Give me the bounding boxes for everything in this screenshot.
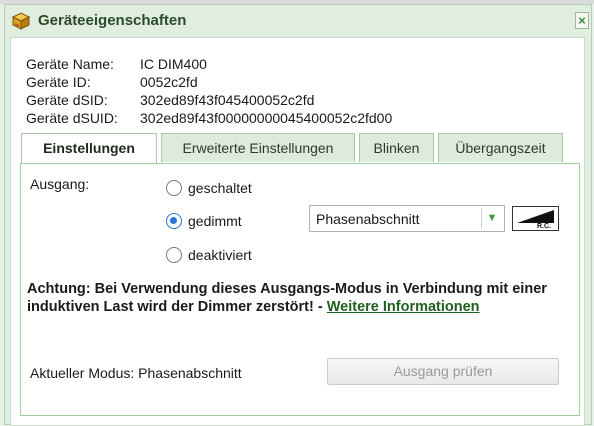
dimming-mode-select[interactable]: Phasenabschnitt ▼ [309, 205, 505, 232]
radio-deaktiviert-label[interactable]: deaktiviert [188, 247, 252, 263]
tab-erweiterte-einstellungen[interactable]: Erweiterte Einstellungen [161, 133, 355, 162]
close-button[interactable]: × [575, 12, 589, 29]
tab-uebergangszeit[interactable]: Übergangszeit [438, 133, 563, 162]
settings-panel: Ausgang: geschaltet gedimmt deaktiviert … [20, 163, 580, 416]
device-dsid-row: Geräte dSID: 302ed89f43f045400052c2fd [26, 91, 392, 109]
device-id-label: Geräte ID: [26, 74, 91, 90]
device-dsid-label: Geräte dSID: [26, 92, 108, 108]
more-info-link[interactable]: Weitere Informationen [327, 299, 480, 315]
tab-einstellungen[interactable]: Einstellungen [21, 133, 157, 164]
warning-message: Achtung: Bei Verwendung dieses Ausgangs-… [27, 280, 575, 316]
device-dsuid-value: 302ed89f43f00000000045400052c2fd00 [140, 110, 393, 126]
device-dsid-value: 302ed89f43f045400052c2fd [140, 92, 315, 108]
device-id-value: 0052c2fd [140, 74, 198, 90]
device-dsuid-row: Geräte dSUID: 302ed89f43f0000000004540005… [26, 109, 392, 127]
device-name-label: Geräte Name: [26, 56, 114, 72]
radio-geschaltet-label[interactable]: geschaltet [188, 180, 252, 196]
titlebar[interactable]: Geräteeigenschaften × [5, 5, 591, 35]
window-title: Geräteeigenschaften [38, 12, 187, 29]
rc-dimming-curve-icon: R.C. [512, 206, 559, 231]
device-box-icon [11, 11, 31, 31]
device-name-value: IC DIM400 [140, 56, 207, 72]
radio-circle[interactable] [166, 180, 182, 196]
dimming-mode-value: Phasenabschnitt [316, 211, 420, 227]
device-dsuid-label: Geräte dSUID: [26, 110, 118, 126]
device-name-row: Geräte Name: IC DIM400 [26, 55, 392, 73]
tab-blinken[interactable]: Blinken [359, 133, 434, 162]
device-id-row: Geräte ID: 0052c2fd [26, 73, 392, 91]
current-mode-text: Aktueller Modus: Phasenabschnitt [30, 365, 242, 381]
output-label: Ausgang: [30, 176, 90, 192]
radio-circle-checked[interactable] [166, 213, 182, 229]
test-output-button[interactable]: Ausgang prüfen [327, 358, 559, 385]
rc-icon-label: R.C. [537, 223, 551, 230]
radio-gedimmt-label[interactable]: gedimmt [188, 213, 242, 229]
chevron-down-icon[interactable]: ▼ [481, 208, 502, 229]
radio-circle[interactable] [166, 247, 182, 263]
device-info: Geräte Name: IC DIM400 Geräte ID: 0052c2fd… [26, 55, 392, 127]
